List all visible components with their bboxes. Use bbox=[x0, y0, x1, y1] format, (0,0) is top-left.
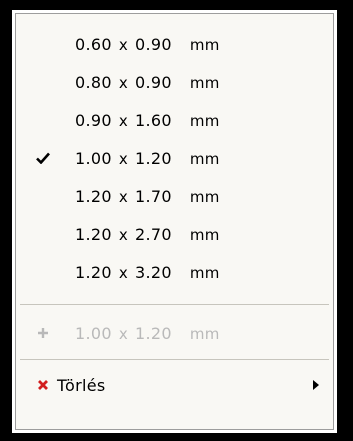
context-menu: 0.60 x 0.90 mm 0.80 x 0.90 mm 0.90 x 1.60 mm 1.00… bbox=[15, 13, 334, 430]
red-x-icon bbox=[34, 375, 52, 395]
menu-item-size-5[interactable]: 1.20 x 1.70 mm bbox=[16, 177, 333, 215]
menu-outline: 0.60 x 0.90 mm 0.80 x 0.90 mm 0.90 x 1.60 mm 1.00… bbox=[12, 10, 337, 433]
menu-item-label: Törlés bbox=[57, 375, 106, 395]
menu-item-size-7[interactable]: 1.20 x 3.20 mm bbox=[16, 253, 333, 291]
checkmark-icon bbox=[34, 148, 52, 168]
menu-item-size-3[interactable]: 0.90 x 1.60 mm bbox=[16, 101, 333, 139]
menu-item-label: 1.00 x 1.20 mm bbox=[75, 148, 220, 168]
menu-item-label: 0.90 x 1.60 mm bbox=[75, 110, 220, 130]
menu-item-label: 0.80 x 0.90 mm bbox=[75, 72, 220, 92]
menu-separator bbox=[20, 359, 329, 360]
menu-item-label: 1.00 x 1.20 mm bbox=[75, 323, 220, 343]
menu-item-label: 1.20 x 3.20 mm bbox=[75, 262, 220, 282]
menu-item-label: 0.60 x 0.90 mm bbox=[75, 34, 220, 54]
menu-separator bbox=[20, 304, 329, 305]
plus-icon bbox=[34, 323, 52, 343]
menu-item-add-size[interactable]: 1.00 x 1.20 mm bbox=[16, 314, 333, 352]
triangle-right-icon bbox=[313, 380, 319, 390]
menu-item-size-1[interactable]: 0.60 x 0.90 mm bbox=[16, 25, 333, 63]
menu-item-label: 1.20 x 1.70 mm bbox=[75, 186, 220, 206]
menu-item-size-4[interactable]: 1.00 x 1.20 mm bbox=[16, 139, 333, 177]
menu-item-size-6[interactable]: 1.20 x 2.70 mm bbox=[16, 215, 333, 253]
menu-item-size-2[interactable]: 0.80 x 0.90 mm bbox=[16, 63, 333, 101]
menu-item-delete[interactable]: Törlés bbox=[16, 366, 333, 404]
menu-item-label: 1.20 x 2.70 mm bbox=[75, 224, 220, 244]
window-frame: 0.60 x 0.90 mm 0.80 x 0.90 mm 0.90 x 1.60 mm 1.00… bbox=[0, 0, 353, 441]
